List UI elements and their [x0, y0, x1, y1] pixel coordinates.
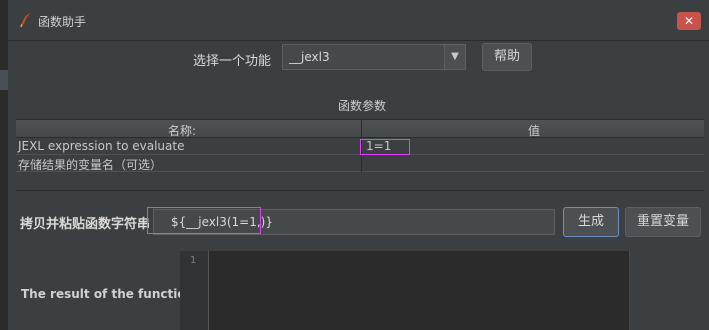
background-window-edge [0, 0, 8, 330]
param-name: JEXL expression to evaluate [18, 139, 185, 153]
function-select-value: __jexl3 [289, 50, 330, 64]
table-header: 名称: 值 [16, 120, 704, 138]
table-row[interactable]: 存储结果的变量名（可选） [16, 155, 704, 172]
line-number: 1 [190, 255, 197, 266]
highlight-box-string [147, 207, 261, 234]
feather-icon [20, 13, 30, 28]
line-number-gutter: 1 [180, 251, 209, 330]
help-button[interactable]: 帮助 [482, 43, 532, 71]
reset-variables-button[interactable]: 重置变量 [625, 207, 701, 237]
generate-button[interactable]: 生成 [563, 207, 619, 237]
chevron-down-icon[interactable]: ▼ [444, 45, 465, 69]
background-window-marker [0, 70, 8, 90]
params-section-title: 函数参数 [338, 99, 387, 113]
param-name: 存储结果的变量名（可选） [18, 158, 163, 172]
close-button[interactable]: ✕ [677, 12, 701, 30]
result-editor[interactable]: 1 [180, 251, 642, 330]
title-bar[interactable]: 函数助手 ✕ [8, 0, 709, 41]
function-helper-dialog: 函数助手 ✕ 选择一个功能 __jexl3 ▼ 帮助 函数参数 名称: 值 JE… [8, 0, 709, 330]
function-select-label: 选择一个功能 [193, 54, 272, 69]
copy-string-label: 拷贝并粘贴函数字符串 [20, 217, 151, 232]
highlight-box-value [360, 139, 410, 155]
vertical-scrollbar[interactable] [629, 251, 642, 330]
result-text-area[interactable] [209, 251, 630, 330]
function-select[interactable]: __jexl3 ▼ [282, 44, 466, 70]
params-table: 名称: 值 JEXL expression to evaluate 1=1 存储… [16, 119, 704, 188]
column-header-value[interactable]: 值 [528, 122, 540, 139]
window-title: 函数助手 [38, 15, 87, 29]
section-divider [16, 190, 704, 191]
column-header-name[interactable]: 名称: [168, 122, 196, 139]
